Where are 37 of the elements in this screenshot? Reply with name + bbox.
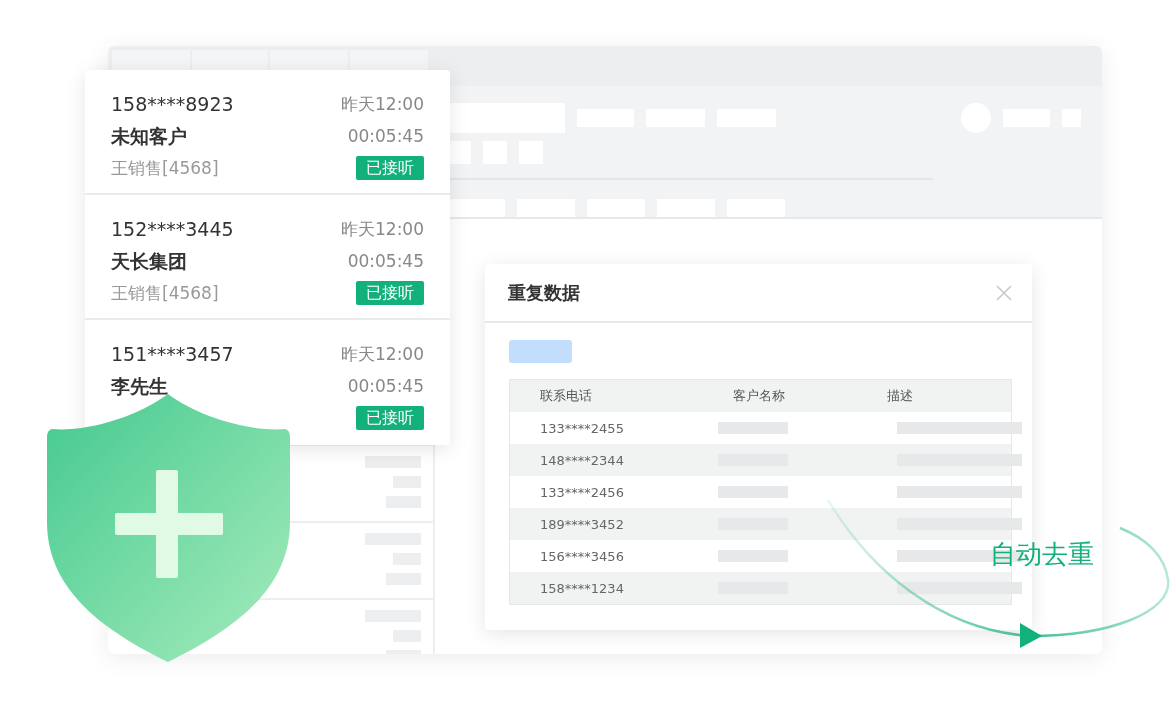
skeleton-bar: [718, 422, 788, 434]
table-cell-text: 156****3456: [539, 548, 625, 564]
table-cell-text: 148****2344: [539, 452, 625, 468]
agent-name: 王销售[4568]: [111, 157, 220, 180]
skeleton-bar: [727, 199, 785, 217]
phone-number: 158****8923: [111, 92, 235, 116]
close-icon[interactable]: [996, 284, 1012, 301]
column-header: 描述: [886, 387, 914, 405]
table-cell-text: 133****2456: [539, 484, 625, 500]
phone-number: 151****3457: [111, 342, 235, 366]
customer-name: 天长集团: [111, 249, 188, 273]
call-duration: 00:05:45: [347, 125, 424, 148]
skeleton-bar: [718, 486, 788, 498]
status-badge: 已接听: [356, 281, 424, 305]
column-header: 联系电话: [539, 387, 593, 405]
skeleton-bar: [718, 550, 788, 562]
phone-number: 152****3445: [111, 217, 235, 241]
skeleton-bar: [365, 456, 421, 468]
status-badge: 已接听: [356, 406, 424, 430]
skeleton-bar: [587, 199, 645, 217]
table-cell-text: 189****3452: [539, 516, 625, 532]
customer-name: 李先生: [111, 374, 169, 398]
column-header: 客户名称: [732, 387, 786, 405]
call-time: 昨天12:00: [341, 343, 424, 366]
table-cell-text: 158****1234: [539, 580, 625, 596]
table-cell-text: 133****2455: [539, 420, 625, 436]
skeleton-bar: [657, 199, 715, 217]
call-time: 昨天12:00: [341, 218, 424, 241]
skeleton-bar: [517, 199, 575, 217]
call-duration: 00:05:45: [347, 250, 424, 273]
customer-name: 未知客户: [111, 124, 188, 148]
dialog-title: 重复数据: [508, 280, 580, 305]
call-duration: 00:05:45: [347, 375, 424, 398]
status-badge: 已接听: [356, 156, 424, 180]
agent-name: 王销售[4568]: [111, 282, 220, 305]
dedup-label: 自动去重: [990, 538, 1094, 571]
call-time: 昨天12:00: [341, 93, 424, 116]
